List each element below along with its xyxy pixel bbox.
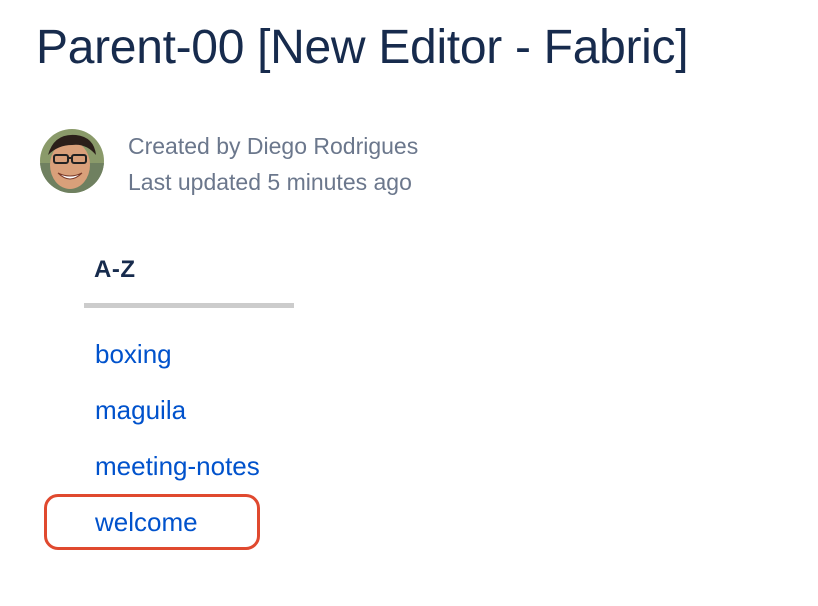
child-page-link-welcome[interactable]: welcome <box>95 507 198 537</box>
last-updated-text: Last updated 5 minutes ago <box>128 169 412 195</box>
child-page-link-meeting-notes[interactable]: meeting-notes <box>95 451 260 481</box>
list-item: welcome <box>95 502 260 558</box>
child-page-link-maguila[interactable]: maguila <box>95 395 186 425</box>
sort-tab-az[interactable]: A-Z <box>84 246 294 308</box>
page-byline: Created by Diego Rodrigues Last updated … <box>128 128 418 200</box>
author-avatar[interactable] <box>40 129 104 193</box>
child-pages-list: boxing maguila meeting-notes welcome <box>95 334 260 558</box>
sort-tab-label: A-Z <box>94 256 136 283</box>
created-by-text: Created by Diego Rodrigues <box>128 133 419 159</box>
page-title: Parent-00 [New Editor - Fabric] <box>36 21 689 74</box>
list-item: boxing <box>95 334 260 390</box>
child-page-link-boxing[interactable]: boxing <box>95 339 172 369</box>
list-item: maguila <box>95 390 260 446</box>
confluence-page: Parent-00 [New Editor - Fabric] Created … <box>0 0 818 606</box>
list-item: meeting-notes <box>95 446 260 502</box>
